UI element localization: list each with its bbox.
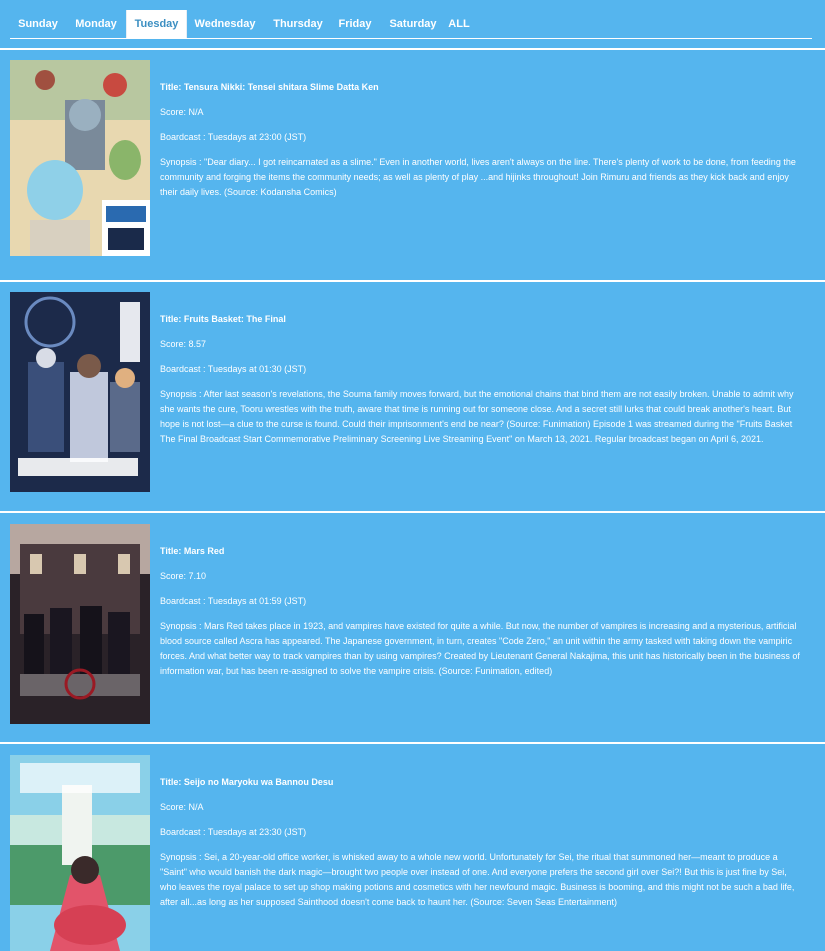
score-label: Score: [160, 571, 189, 581]
title-label: Title: [160, 314, 184, 324]
poster-art [10, 60, 150, 256]
anime-synopsis-row: Synopsis : Sei, a 20-year-old office wor… [160, 850, 800, 910]
anime-poster-image[interactable] [10, 524, 150, 724]
anime-info: Title: Tensura Nikki: Tensei shitara Sli… [160, 80, 800, 200]
title-label: Title: [160, 777, 184, 787]
anime-score-row: Score: N/A [160, 800, 800, 815]
anime-boardcast: Tuesdays at 01:59 (JST) [207, 596, 307, 606]
anime-score: N/A [188, 802, 204, 812]
day-tab-bar: Sunday Monday Tuesday Wednesday Thursday… [10, 10, 812, 39]
anime-title-row: Title: Mars Red [160, 544, 800, 559]
tab-tuesday[interactable]: Tuesday [126, 10, 187, 38]
tab-all[interactable]: ALL [446, 10, 472, 38]
synopsis-label: Synopsis : [160, 621, 205, 631]
anime-synopsis: "Dear diary... I got reincarnated as a s… [160, 157, 796, 197]
poster-art [10, 524, 150, 724]
anime-score: 8.57 [188, 339, 207, 349]
anime-info: Title: Mars Red Score: 7.10 Boardcast : … [160, 544, 800, 679]
anime-score-row: Score: 8.57 [160, 337, 800, 352]
tab-saturday[interactable]: Saturday [385, 10, 441, 38]
synopsis-label: Synopsis : [160, 157, 205, 167]
anime-info: Title: Seijo no Maryoku wa Bannou Desu S… [160, 775, 800, 910]
section-divider [0, 511, 825, 513]
title-label: Title: [160, 546, 184, 556]
poster-art [10, 755, 150, 951]
anime-score-row: Score: 7.10 [160, 569, 800, 584]
boardcast-label: Boardcast : [160, 364, 208, 374]
anime-score-row: Score: N/A [160, 105, 800, 120]
anime-info: Title: Fruits Basket: The Final Score: 8… [160, 312, 800, 447]
title-label: Title: [160, 82, 184, 92]
synopsis-label: Synopsis : [160, 389, 204, 399]
anime-score: 7.10 [188, 571, 207, 581]
anime-boardcast: Tuesdays at 23:00 (JST) [207, 132, 307, 142]
anime-boardcast: Tuesdays at 23:30 (JST) [207, 827, 307, 837]
anime-synopsis-row: Synopsis : After last season's revelatio… [160, 387, 800, 447]
score-label: Score: [160, 339, 189, 349]
anime-boardcast-row: Boardcast : Tuesdays at 01:30 (JST) [160, 362, 800, 377]
boardcast-label: Boardcast : [160, 132, 208, 142]
anime-synopsis-row: Synopsis : Mars Red takes place in 1923,… [160, 619, 800, 679]
score-label: Score: [160, 802, 189, 812]
tab-friday[interactable]: Friday [334, 10, 376, 38]
anime-boardcast-row: Boardcast : Tuesdays at 01:59 (JST) [160, 594, 800, 609]
anime-synopsis: After last season's revelations, the Sou… [160, 389, 794, 444]
boardcast-label: Boardcast : [160, 827, 208, 837]
anime-title-row: Title: Fruits Basket: The Final [160, 312, 800, 327]
anime-score: N/A [188, 107, 204, 117]
poster-art [10, 292, 150, 492]
anime-title: Tensura Nikki: Tensei shitara Slime Datt… [183, 82, 379, 92]
anime-synopsis: Mars Red takes place in 1923, and vampir… [160, 621, 800, 676]
anime-poster-image[interactable] [10, 60, 150, 256]
anime-synopsis: Sei, a 20-year-old office worker, is whi… [160, 852, 795, 907]
synopsis-label: Synopsis : [160, 852, 205, 862]
anime-poster-image[interactable] [10, 292, 150, 492]
anime-title: Fruits Basket: The Final [183, 314, 286, 324]
anime-boardcast-row: Boardcast : Tuesdays at 23:00 (JST) [160, 130, 800, 145]
anime-poster-image[interactable] [10, 755, 150, 951]
tab-monday[interactable]: Monday [68, 10, 124, 38]
section-divider [0, 742, 825, 744]
anime-boardcast-row: Boardcast : Tuesdays at 23:30 (JST) [160, 825, 800, 840]
anime-title-row: Title: Seijo no Maryoku wa Bannou Desu [160, 775, 800, 790]
tab-thursday[interactable]: Thursday [268, 10, 328, 38]
anime-title: Mars Red [183, 546, 225, 556]
anime-boardcast: Tuesdays at 01:30 (JST) [207, 364, 307, 374]
section-divider [0, 280, 825, 282]
anime-title: Seijo no Maryoku wa Bannou Desu [183, 777, 334, 787]
tab-wednesday[interactable]: Wednesday [190, 10, 260, 38]
section-divider [0, 48, 825, 50]
anime-title-row: Title: Tensura Nikki: Tensei shitara Sli… [160, 80, 800, 95]
anime-synopsis-row: Synopsis : "Dear diary... I got reincarn… [160, 155, 800, 200]
score-label: Score: [160, 107, 189, 117]
tab-sunday[interactable]: Sunday [10, 10, 66, 38]
boardcast-label: Boardcast : [160, 596, 208, 606]
